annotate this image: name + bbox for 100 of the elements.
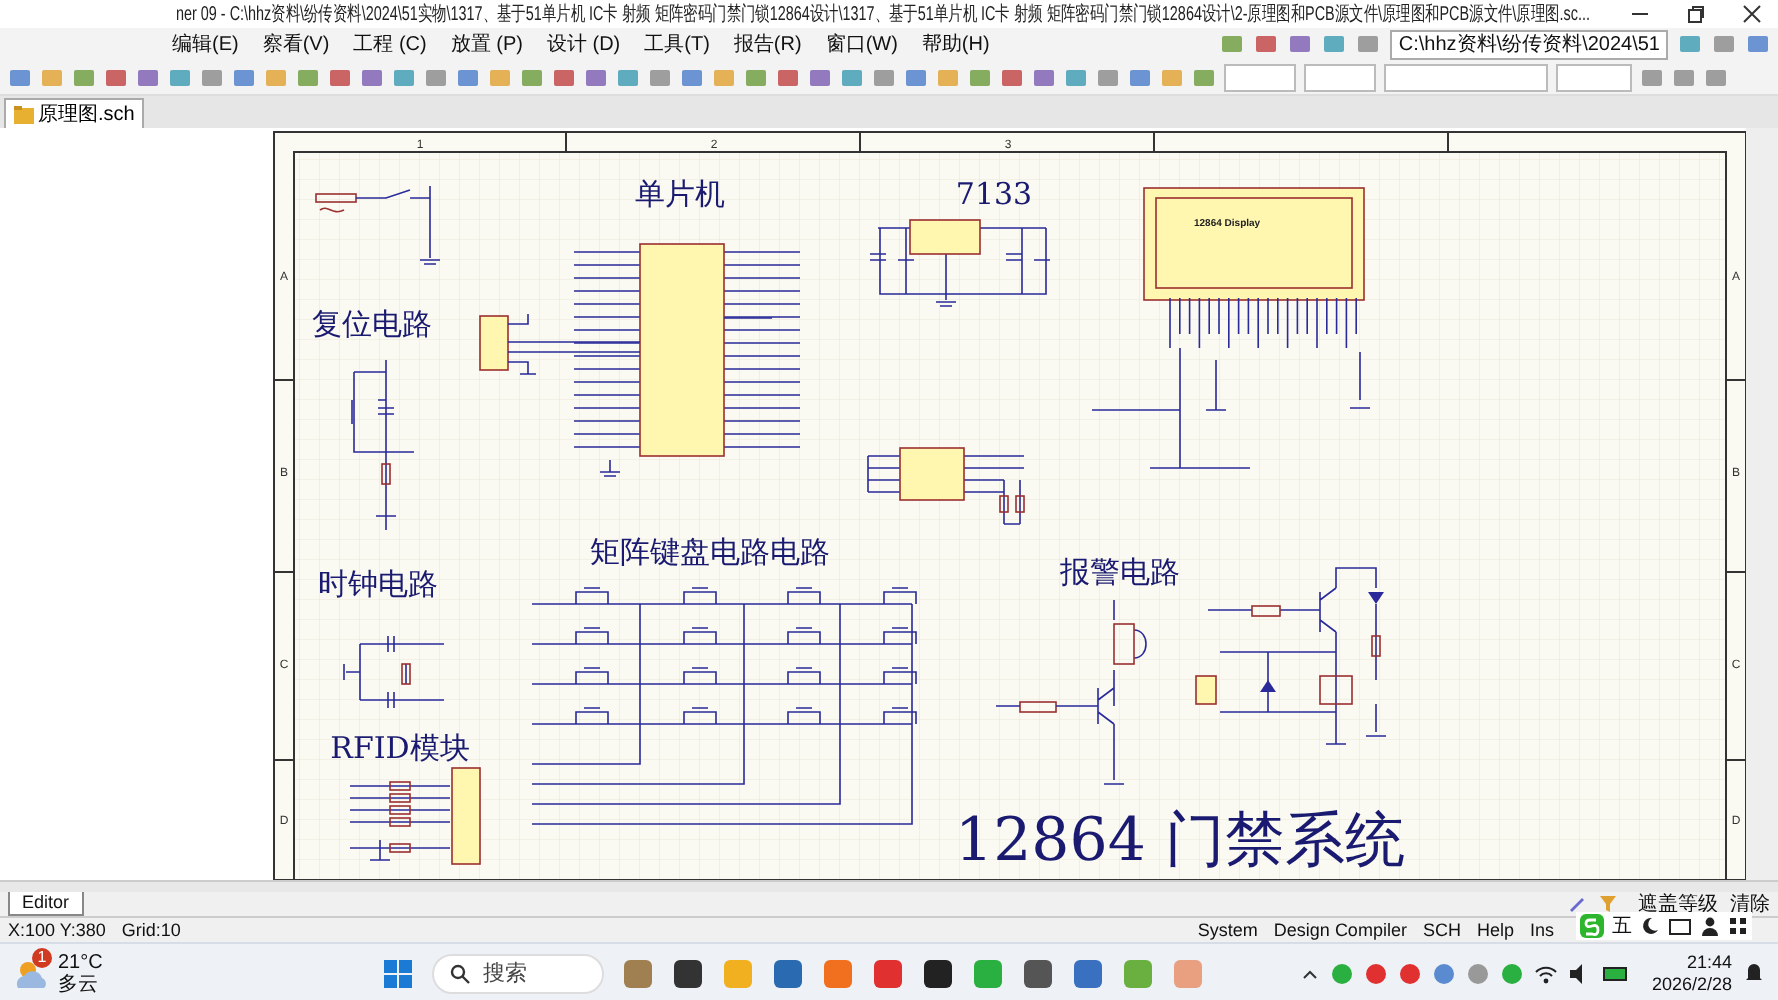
toolbar-icon[interactable]	[1288, 32, 1313, 56]
panel-button[interactable]: System	[1197, 920, 1258, 940]
document-tab[interactable]: 原理图.sch	[4, 98, 145, 128]
toolbar-icon[interactable]	[136, 65, 160, 89]
tray-icon[interactable]	[1363, 961, 1388, 985]
toolbar-icon[interactable]	[648, 65, 672, 89]
tray-icon[interactable]	[1397, 961, 1422, 985]
toolbar-icon[interactable]	[488, 65, 512, 89]
panel-button[interactable]: Ins	[1529, 920, 1554, 940]
toolbar-icon[interactable]	[232, 65, 256, 89]
tray-icon[interactable]	[1465, 961, 1490, 985]
windows-start-icon[interactable]	[382, 957, 415, 989]
toolbar-icon[interactable]	[1678, 32, 1702, 56]
toolbar-icon[interactable]	[1322, 32, 1347, 56]
toolbar-icon[interactable]	[72, 65, 96, 89]
toolbar-icon[interactable]	[1064, 65, 1088, 89]
toolbar-icon[interactable]	[200, 65, 224, 89]
toolbar-icon[interactable]	[1220, 32, 1245, 56]
toolbar-icon[interactable]	[40, 65, 64, 89]
mask-control[interactable]: 清除	[1730, 890, 1770, 918]
app-icon[interactable]	[1022, 957, 1055, 989]
wifi-icon[interactable]	[1533, 961, 1558, 985]
toolbar-icon[interactable]	[584, 65, 608, 89]
toolbar-icon[interactable]	[1704, 65, 1728, 89]
toolbar-icon[interactable]	[680, 65, 704, 89]
toolbar-icon[interactable]	[296, 65, 320, 89]
toolbar-icon[interactable]	[1032, 65, 1056, 89]
toolbar-icon[interactable]	[328, 65, 352, 89]
toolbar-icon[interactable]	[360, 65, 384, 89]
ime-mode[interactable]: 五	[1612, 912, 1632, 940]
panel-button[interactable]: Help	[1476, 920, 1514, 940]
cursor-coordinates: X:100 Y:380	[8, 920, 106, 940]
panel-button[interactable]: Design Compiler	[1273, 920, 1407, 940]
toolbar-icon[interactable]	[904, 65, 928, 89]
rfid-header-drawing	[349, 767, 481, 865]
toolbar-icon[interactable]	[520, 65, 544, 89]
toolbar-icon[interactable]	[1254, 32, 1279, 56]
toolbar-icon[interactable]	[872, 65, 896, 89]
menu-item[interactable]: 察看(V)	[262, 30, 330, 58]
toolbar-icon[interactable]	[712, 65, 736, 89]
menu-item[interactable]: 设计 (D)	[546, 30, 621, 58]
toolbar-icon[interactable]	[424, 65, 448, 89]
toolbar-icon[interactable]	[936, 65, 960, 89]
menu-item[interactable]: 报告(R)	[733, 30, 802, 58]
toolbar-icon[interactable]	[456, 65, 480, 89]
toolbar-icon[interactable]	[8, 65, 32, 89]
tray-icon[interactable]	[1499, 961, 1524, 985]
grid-icon[interactable]	[1728, 916, 1748, 936]
toolbar-icon[interactable]	[1746, 32, 1770, 56]
toolbar-icon[interactable]	[104, 65, 128, 89]
close-icon[interactable]	[1742, 4, 1762, 24]
dropdown-field[interactable]	[1224, 63, 1296, 91]
menu-item[interactable]: 工具(T)	[644, 30, 710, 58]
toolbar-icon[interactable]	[392, 65, 416, 89]
dropdown-field[interactable]	[1556, 63, 1632, 91]
toolbar-icon[interactable]	[1128, 65, 1152, 89]
toolbar-icon[interactable]	[264, 65, 288, 89]
app-icon[interactable]	[922, 957, 955, 989]
user-icon[interactable]	[1700, 916, 1720, 936]
toolbar-icon[interactable]	[1672, 65, 1696, 89]
search-field[interactable]: 搜索	[432, 953, 605, 993]
path-dropdown[interactable]: C:\hhz资料\纷传资料\2024\51	[1390, 29, 1668, 59]
toolbar-icon[interactable]	[1640, 65, 1664, 89]
app-icon[interactable]	[672, 957, 705, 989]
toolbar-icon[interactable]	[616, 65, 640, 89]
dropdown-field[interactable]	[1304, 63, 1376, 91]
toolbar-icon[interactable]	[1356, 32, 1381, 56]
toolbar-icon[interactable]	[744, 65, 768, 89]
menu-item[interactable]: 工程 (C)	[353, 30, 427, 58]
toolbar-icon[interactable]	[776, 65, 800, 89]
toolbar-icon[interactable]	[968, 65, 992, 89]
menu-item[interactable]: 放置 (P)	[450, 30, 523, 58]
ime-logo-icon[interactable]	[1580, 914, 1604, 938]
toolbar-icon[interactable]	[168, 65, 192, 89]
menu-item[interactable]: 窗口(W)	[825, 30, 898, 58]
tray-icon[interactable]	[1329, 961, 1354, 985]
battery-icon[interactable]	[1601, 963, 1630, 983]
dropdown-field[interactable]	[1384, 63, 1548, 91]
toolbar-icon[interactable]	[1096, 65, 1120, 89]
clock-time[interactable]: 21:44	[1686, 951, 1732, 973]
moon-icon[interactable]	[1640, 916, 1660, 936]
toolbar-icon[interactable]	[1192, 65, 1216, 89]
notification-bell-icon[interactable]	[1742, 961, 1766, 985]
menu-item[interactable]: 帮助(H)	[921, 30, 990, 58]
toolbar-icon[interactable]	[808, 65, 832, 89]
keyboard-icon[interactable]	[1668, 916, 1692, 936]
editor-tab[interactable]: Editor	[8, 892, 84, 916]
toolbar-icon[interactable]	[840, 65, 864, 89]
toolbar-icon[interactable]	[1000, 65, 1024, 89]
toolbar-icon[interactable]	[1712, 32, 1736, 56]
mask-control[interactable]: 遮盖等级	[1638, 890, 1718, 918]
tray-icon[interactable]	[1431, 961, 1456, 985]
toolbar-icon[interactable]	[1160, 65, 1184, 89]
clock-date[interactable]: 2026/2/28	[1651, 973, 1732, 995]
toolbar-icon[interactable]	[552, 65, 576, 89]
restore-icon[interactable]	[1686, 4, 1706, 24]
crystal-circuit-drawing	[343, 635, 445, 709]
panel-button[interactable]: SCH	[1422, 920, 1461, 940]
menu-item[interactable]: 编辑(E)	[172, 30, 239, 58]
grid-size: Grid:10	[121, 920, 181, 940]
